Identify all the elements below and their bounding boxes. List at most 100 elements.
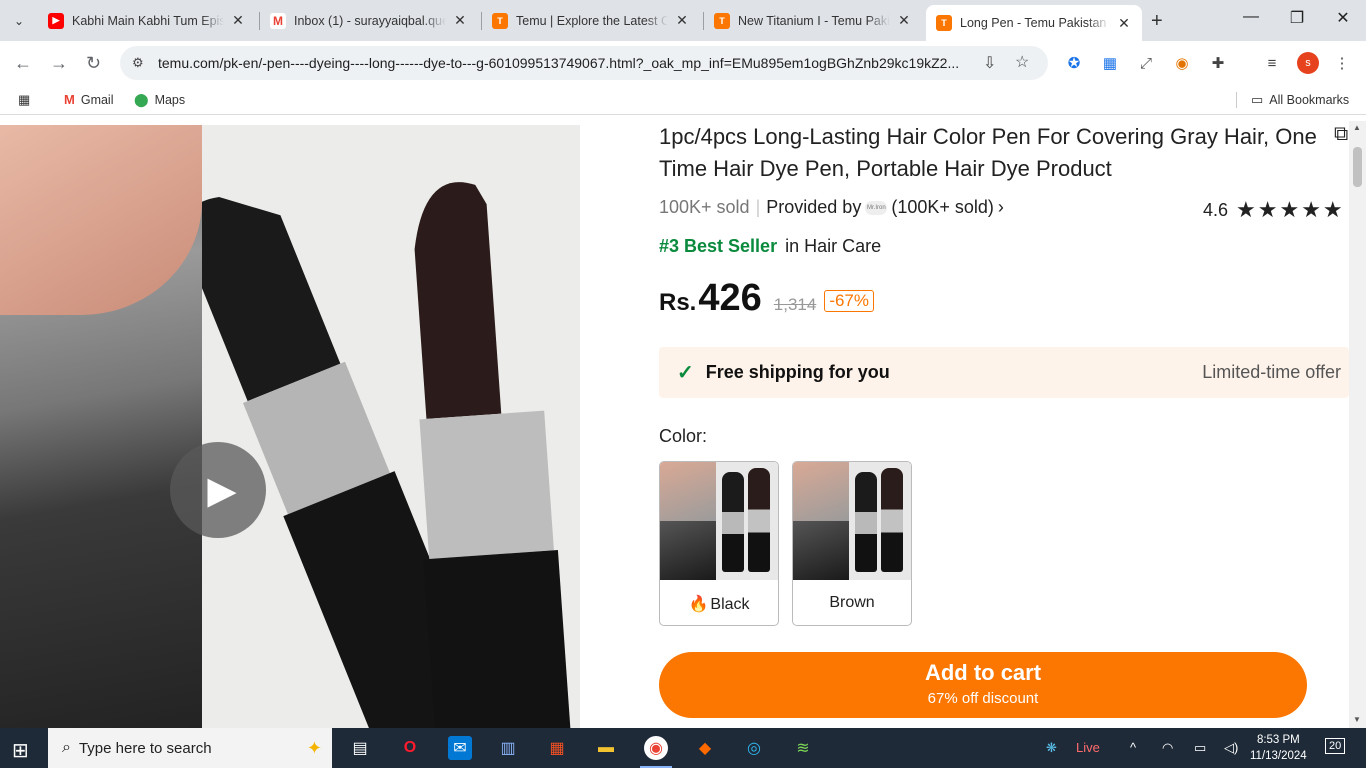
media-controls-icon[interactable]: ≡ xyxy=(1262,53,1282,73)
shipping-offer: Limited-time offer xyxy=(1202,362,1341,382)
opera-icon[interactable]: O xyxy=(398,736,422,760)
temu-icon: T xyxy=(492,12,508,29)
check-icon: ✓ xyxy=(677,362,694,384)
install-app-icon[interactable]: ⇩ xyxy=(983,53,996,73)
task-view-icon[interactable]: ▤ xyxy=(348,736,372,760)
shipping-text: Free shipping for you xyxy=(705,362,890,382)
search-icon: ⌕ xyxy=(62,739,71,756)
reload-icon[interactable]: ↻ xyxy=(86,53,101,74)
all-bookmarks-label: All Bookmarks xyxy=(1269,93,1350,107)
tab-title: New Titanium I - Temu Pakis xyxy=(738,13,890,28)
restore-icon[interactable]: ❐ xyxy=(1274,8,1320,28)
all-bookmarks[interactable]: ▭ All Bookmarks xyxy=(1236,92,1349,108)
taskbar-search[interactable]: ⌕ Type here to search ✦ xyxy=(48,728,332,768)
extensions-puzzle-icon[interactable]: ✚ xyxy=(1208,53,1228,73)
chrome-icon[interactable]: ◉ xyxy=(640,736,672,768)
weather-icon[interactable]: ❋ xyxy=(1046,740,1057,756)
address-bar[interactable]: ⚙ temu.com/pk-en/-pen----dyeing----long-… xyxy=(120,46,1048,80)
tab-gmail[interactable]: M Inbox (1) - surayyaiqbal.que ✕ xyxy=(260,6,478,35)
youtube-icon: ▶ xyxy=(48,12,64,29)
stats-extension-icon[interactable]: ▦ xyxy=(1100,53,1120,73)
close-tab-icon[interactable]: ✕ xyxy=(896,12,912,29)
page-scrollbar[interactable]: ▲ ▼ xyxy=(1349,121,1366,728)
lipstick-pens-illustration xyxy=(202,182,572,728)
page-content: ▶ 1pc/4pcs Long-Lasting Hair Color Pen F… xyxy=(0,121,1366,728)
scroll-thumb[interactable] xyxy=(1353,147,1362,187)
close-tab-icon[interactable]: ✕ xyxy=(230,12,246,29)
chevron-up-icon[interactable]: ^ xyxy=(1130,740,1136,755)
color-option-brown[interactable]: Brown xyxy=(792,461,912,626)
scroll-up-icon[interactable]: ▲ xyxy=(1353,123,1361,132)
close-window-icon[interactable]: ✕ xyxy=(1320,8,1366,28)
mail-icon[interactable]: ✉ xyxy=(448,736,472,760)
product-image[interactable]: ▶ xyxy=(0,125,580,728)
bookmark-gmail[interactable]: M Gmail xyxy=(64,92,114,107)
new-tab-icon[interactable]: + xyxy=(1151,10,1163,33)
add-to-cart-button[interactable]: Add to cart 67% off discount xyxy=(659,652,1307,718)
volume-icon[interactable]: ◁) xyxy=(1224,740,1238,756)
windows-start-icon[interactable]: ⊞ xyxy=(12,738,29,763)
gmail-icon: M xyxy=(270,12,286,29)
wifi-icon[interactable]: ◠ xyxy=(1162,740,1173,756)
battery-icon[interactable]: ▭ xyxy=(1194,740,1206,756)
bluestacks-icon[interactable]: ≋ xyxy=(791,736,815,760)
bookmark-maps[interactable]: ⬤ Maps xyxy=(134,92,185,108)
folder-icon: ▭ xyxy=(1251,92,1264,107)
profile-avatar[interactable]: s xyxy=(1297,52,1319,74)
share-icon[interactable]: ⧉ xyxy=(1334,123,1348,146)
color-label: Color: xyxy=(659,426,708,446)
minimize-icon[interactable]: — xyxy=(1228,8,1274,26)
tab-strip: ⌄ ▶ Kabhi Main Kabhi Tum Episo ✕ M Inbox… xyxy=(0,0,1366,41)
notification-center-icon[interactable]: 20 xyxy=(1325,738,1346,754)
play-video-button[interactable]: ▶ xyxy=(170,442,266,538)
cart-discount-label: 67% off discount xyxy=(927,690,1039,707)
scroll-down-icon[interactable]: ▼ xyxy=(1353,715,1361,724)
tab-temu-explore[interactable]: T Temu | Explore the Latest Clo ✕ xyxy=(482,6,700,35)
windows-taskbar: ⊞ ⌕ Type here to search ✦ ▤ O ✉ ▥ ▦ ▬ ◉ … xyxy=(0,728,1366,768)
forward-icon[interactable]: → xyxy=(50,53,68,74)
provided-by-label: Provided by xyxy=(766,197,862,217)
swatch-image xyxy=(660,462,778,580)
bestseller-badge[interactable]: #3 Best Seller in Hair Care xyxy=(659,236,881,257)
fullscreen-extension-icon[interactable]: ⤢ xyxy=(1136,53,1156,73)
taskbar-search-placeholder: Type here to search xyxy=(78,739,212,757)
extension-icon[interactable]: ✪ xyxy=(1064,53,1084,73)
tab-temu-titanium[interactable]: T New Titanium I - Temu Pakis ✕ xyxy=(704,6,922,35)
bookmark-star-icon[interactable]: ☆ xyxy=(1015,52,1029,72)
maps-icon: ⬤ xyxy=(134,92,149,107)
tab-temu-long-pen[interactable]: T Long Pen - Temu Pakistan ✕ xyxy=(926,5,1142,41)
color-option-label: Black xyxy=(710,596,750,613)
menu-kebab-icon[interactable]: ⋮ xyxy=(1332,53,1352,73)
edge-icon[interactable]: ◎ xyxy=(742,736,766,760)
close-tab-icon[interactable]: ✕ xyxy=(452,12,468,29)
rating[interactable]: 4.6 ★★★★★ xyxy=(1203,197,1345,223)
weather-live-label[interactable]: Live xyxy=(1076,740,1100,755)
sparkle-icon: ✦ xyxy=(306,737,322,758)
bestseller-rank: #3 Best Seller xyxy=(659,236,778,256)
tab-search-button[interactable]: ⌄ xyxy=(6,8,32,34)
site-info-icon[interactable]: ⚙ xyxy=(132,55,150,71)
swatch-image xyxy=(793,462,911,580)
flame-icon: 🔥 xyxy=(688,596,709,613)
sold-count: 100K+ sold xyxy=(659,197,750,217)
provider-logo[interactable]: Mr.Iron xyxy=(865,200,888,215)
app-icon[interactable]: ◆ xyxy=(693,736,717,760)
sold-provider-row: 100K+ sold | Provided by Mr.Iron (100K+ … xyxy=(659,197,1004,218)
file-icon[interactable]: ▥ xyxy=(496,736,520,760)
close-tab-icon[interactable]: ✕ xyxy=(1116,15,1132,32)
vpn-extension-icon[interactable]: ◉ xyxy=(1172,53,1192,73)
tab-youtube[interactable]: ▶ Kabhi Main Kabhi Tum Episo ✕ xyxy=(38,6,256,35)
color-option-label: Brown xyxy=(829,594,875,611)
store-icon[interactable]: ▦ xyxy=(545,736,569,760)
file-explorer-icon[interactable]: ▬ xyxy=(594,736,618,760)
back-icon[interactable]: ← xyxy=(14,53,32,74)
apps-grid-icon[interactable]: ▦ xyxy=(18,92,36,108)
close-tab-icon[interactable]: ✕ xyxy=(674,12,690,29)
free-shipping-banner[interactable]: ✓ Free shipping for you Limited-time off… xyxy=(659,347,1349,398)
hair-photo xyxy=(0,125,202,728)
tab-title: Long Pen - Temu Pakistan xyxy=(960,16,1107,30)
color-option-black[interactable]: 🔥 Black xyxy=(659,461,779,626)
provider-sold[interactable]: (100K+ sold) xyxy=(891,197,994,218)
chevron-right-icon[interactable]: › xyxy=(998,197,1004,218)
system-clock[interactable]: 8:53 PM 11/13/2024 xyxy=(1250,732,1307,764)
